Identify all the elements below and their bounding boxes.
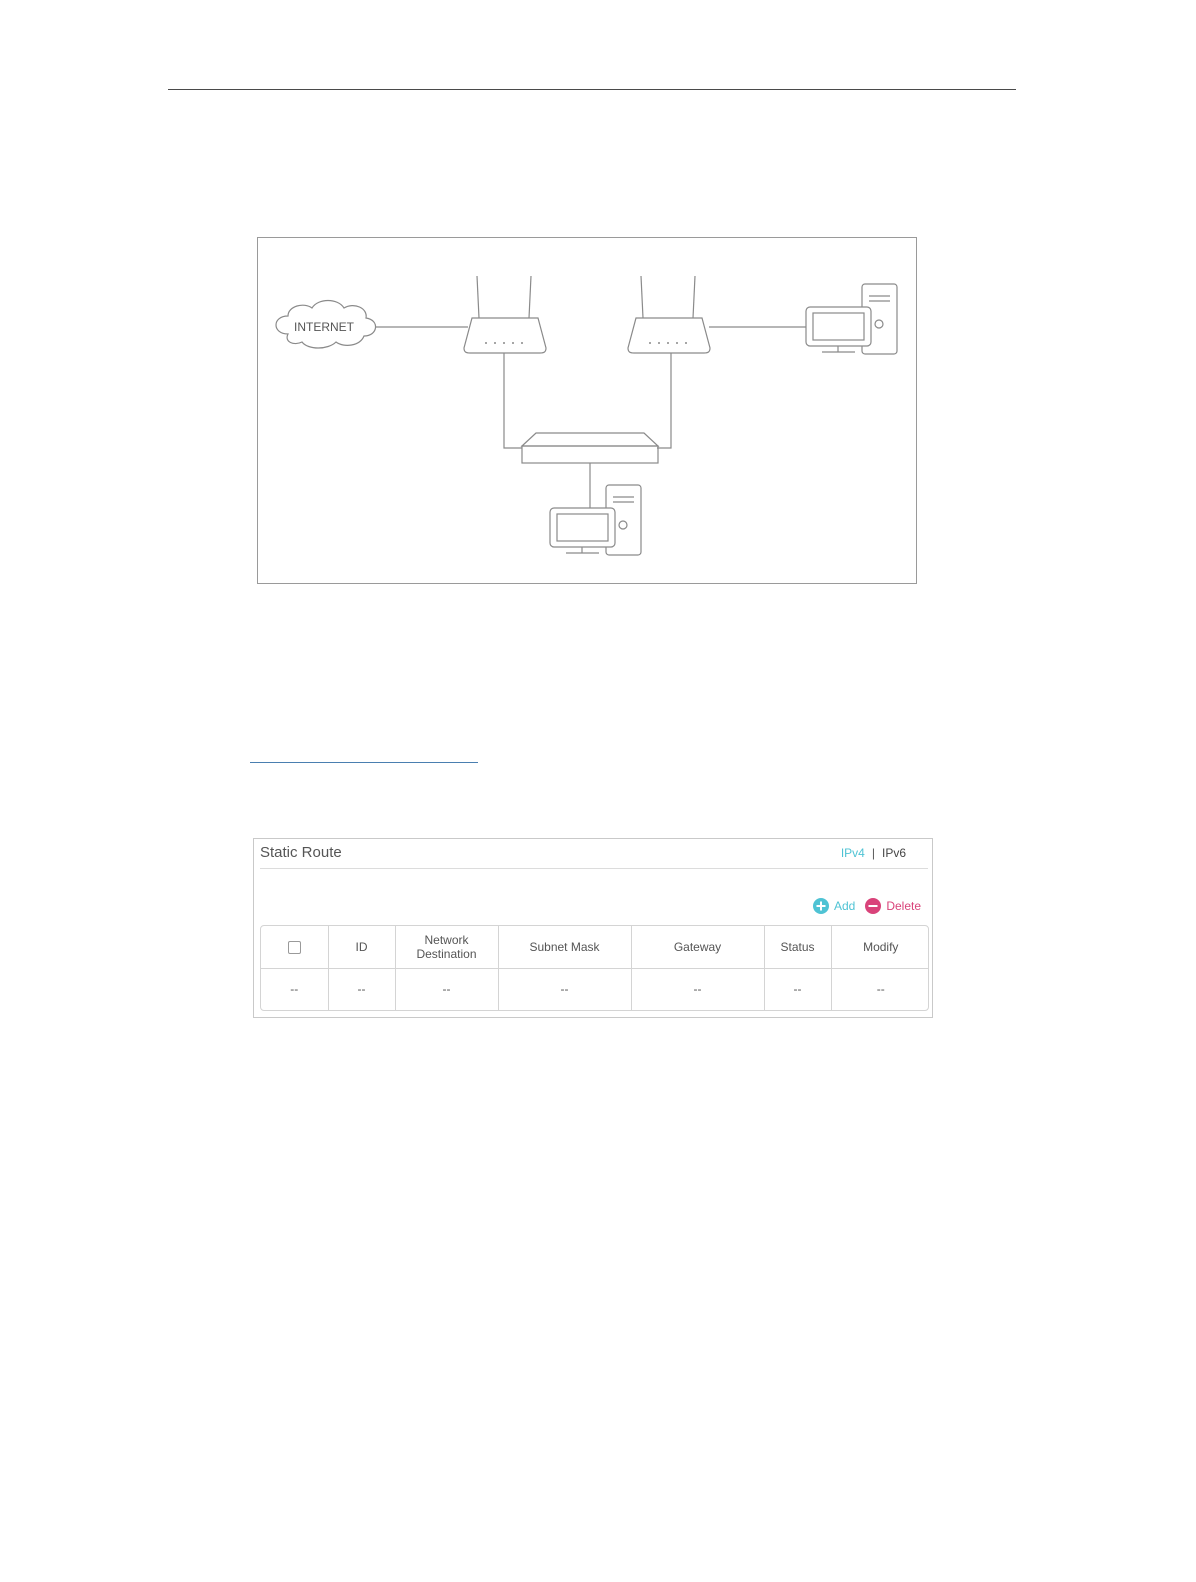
computer-a-icon xyxy=(805,283,898,355)
table-cell: -- xyxy=(876,982,885,997)
add-label: Add xyxy=(833,899,856,913)
version-separator: | xyxy=(871,846,875,860)
switch-icon xyxy=(520,432,660,464)
internet-label: INTERNET xyxy=(294,320,355,334)
add-icon xyxy=(812,898,829,914)
ipv4-tab[interactable]: IPv4 xyxy=(841,846,865,860)
ip-version-switch: IPv4 | IPv6 xyxy=(841,846,906,860)
static-route-panel: Static Route IPv4 | IPv6 Add Delete ID N… xyxy=(253,838,933,1018)
table-cell: -- xyxy=(631,968,765,1010)
ipv6-tab[interactable]: IPv6 xyxy=(882,846,906,860)
add-button[interactable]: Add xyxy=(812,898,856,914)
route-table: ID Network Destination Subnet Mask Gatew… xyxy=(260,925,929,1011)
hyperlink-underline[interactable] xyxy=(250,762,478,763)
panel-divider xyxy=(260,868,928,869)
computer-b-icon xyxy=(549,484,642,556)
delete-icon xyxy=(865,898,882,914)
table-header-row: ID Network Destination Subnet Mask Gatew… xyxy=(261,926,928,969)
select-all-checkbox[interactable] xyxy=(287,940,301,954)
delete-label: Delete xyxy=(886,899,921,913)
network-destination-label: Network Destination xyxy=(416,932,477,961)
table-row: -- -- -- -- -- -- -- xyxy=(261,968,928,1010)
column-header-id: ID xyxy=(328,926,396,969)
column-header-modify: Modify xyxy=(831,926,928,969)
table-actions: Add Delete xyxy=(812,898,921,914)
router-a-switch-link xyxy=(503,353,522,449)
table-cell: -- xyxy=(395,968,499,1010)
panel-title: Static Route xyxy=(260,844,342,861)
table-cell: -- xyxy=(498,968,632,1010)
internet-cloud-icon: INTERNET xyxy=(275,299,377,349)
column-header-subnet-mask: Subnet Mask xyxy=(498,926,632,969)
router-b-switch-link xyxy=(657,353,672,449)
page-header-rule xyxy=(168,89,1016,90)
column-header-status: Status xyxy=(764,926,832,969)
router-b-icon xyxy=(627,275,711,354)
network-topology-diagram: INTERNET xyxy=(257,237,917,584)
topology-svg: INTERNET xyxy=(275,275,898,556)
table-cell: -- xyxy=(328,968,396,1010)
router-a-icon xyxy=(463,275,547,354)
table-cell: -- xyxy=(261,968,329,1010)
column-header-gateway: Gateway xyxy=(631,926,765,969)
column-header-network-destination: Network Destination xyxy=(395,926,499,969)
table-cell: -- xyxy=(764,968,832,1010)
select-all-cell xyxy=(261,926,329,969)
delete-button[interactable]: Delete xyxy=(865,898,921,914)
